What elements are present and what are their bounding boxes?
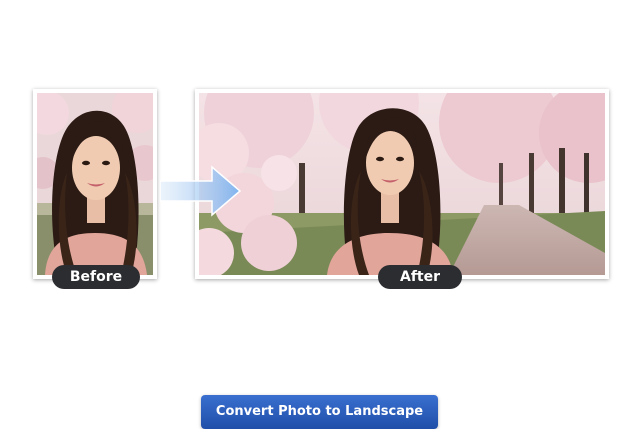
after-photo bbox=[199, 93, 605, 275]
before-photo bbox=[37, 93, 153, 275]
convert-photo-button[interactable]: Convert Photo to Landscape bbox=[201, 395, 438, 429]
right-arrow-icon bbox=[159, 165, 242, 217]
before-photo-card bbox=[33, 89, 157, 279]
after-label: After bbox=[378, 265, 462, 289]
after-photo-card bbox=[195, 89, 609, 279]
before-label: Before bbox=[52, 265, 140, 289]
